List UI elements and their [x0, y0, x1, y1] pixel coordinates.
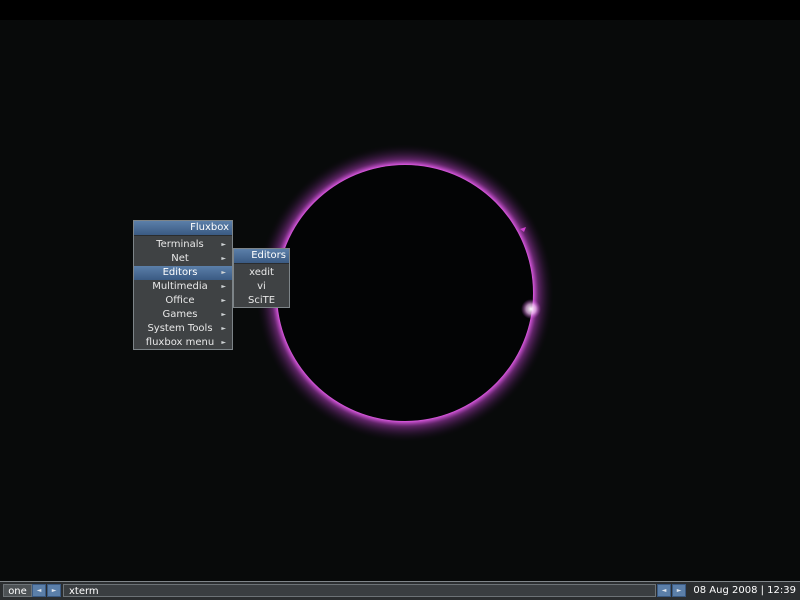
menu-item-terminals[interactable]: Terminals ►	[134, 238, 232, 252]
editors-submenu: Editors xedit vi SciTE	[233, 248, 290, 308]
menu-item-scite[interactable]: SciTE	[234, 294, 289, 308]
next-workspace-button[interactable]: ►	[47, 584, 61, 597]
menu-item-label: System Tools	[147, 323, 213, 334]
menu-item-label: fluxbox menu	[145, 337, 215, 348]
submenu-arrow-icon: ►	[221, 241, 226, 248]
editors-submenu-items: xedit vi SciTE	[234, 264, 289, 308]
menu-item-editors[interactable]: Editors ►	[134, 266, 232, 280]
submenu-arrow-icon: ►	[221, 255, 226, 262]
menu-item-label: Games	[162, 309, 198, 320]
taskbar-item-xterm[interactable]: xterm	[69, 586, 99, 597]
prev-window-button[interactable]: ◄	[657, 584, 671, 597]
menu-item-system-tools[interactable]: System Tools ►	[134, 322, 232, 336]
menu-item-multimedia[interactable]: Multimedia ►	[134, 280, 232, 294]
submenu-arrow-icon: ►	[221, 283, 226, 290]
clock: 08 Aug 2008 | 12:39	[693, 585, 796, 596]
fluxbox-toolbar: one ◄ ► xterm ◄ ► 08 Aug 2008 | 12:39	[0, 581, 800, 600]
menu-item-label: Terminals	[156, 239, 204, 250]
menu-item-xedit[interactable]: xedit	[234, 266, 289, 280]
root-menu-title[interactable]: Fluxbox	[134, 221, 232, 236]
menu-item-net[interactable]: Net ►	[134, 252, 232, 266]
submenu-arrow-icon: ►	[221, 339, 226, 346]
menu-item-vi[interactable]: vi	[234, 280, 289, 294]
bright-flare	[521, 299, 541, 319]
desktop[interactable]: Fluxbox Terminals ► Net ► Editors ► Mult…	[0, 0, 800, 600]
next-window-button[interactable]: ►	[672, 584, 686, 597]
root-menu-items: Terminals ► Net ► Editors ► Multimedia ►…	[134, 236, 232, 350]
moon-disc	[277, 165, 533, 421]
menu-item-office[interactable]: Office ►	[134, 294, 232, 308]
submenu-arrow-icon: ►	[221, 311, 226, 318]
menu-item-label: Office	[165, 295, 195, 306]
editors-submenu-title[interactable]: Editors	[234, 249, 289, 264]
iconbar: xterm	[63, 584, 656, 597]
top-dark-band	[0, 0, 800, 20]
fluxbox-root-menu: Fluxbox Terminals ► Net ► Editors ► Mult…	[133, 220, 233, 350]
submenu-arrow-icon: ►	[221, 297, 226, 304]
submenu-arrow-icon: ►	[221, 325, 226, 332]
menu-item-games[interactable]: Games ►	[134, 308, 232, 322]
menu-item-fluxbox-menu[interactable]: fluxbox menu ►	[134, 336, 232, 350]
eclipse-wallpaper	[0, 0, 800, 443]
arrow-right-icon: ►	[676, 587, 682, 594]
submenu-arrow-icon: ►	[221, 269, 226, 276]
arrow-left-icon: ◄	[36, 587, 42, 594]
menu-item-label: Editors	[162, 267, 198, 278]
arrow-left-icon: ◄	[661, 587, 667, 594]
menu-item-label: Net	[171, 253, 189, 264]
prev-workspace-button[interactable]: ◄	[32, 584, 46, 597]
menu-item-label: Multimedia	[152, 281, 208, 292]
workspace-name[interactable]: one	[3, 584, 32, 597]
arrow-right-icon: ►	[51, 587, 57, 594]
